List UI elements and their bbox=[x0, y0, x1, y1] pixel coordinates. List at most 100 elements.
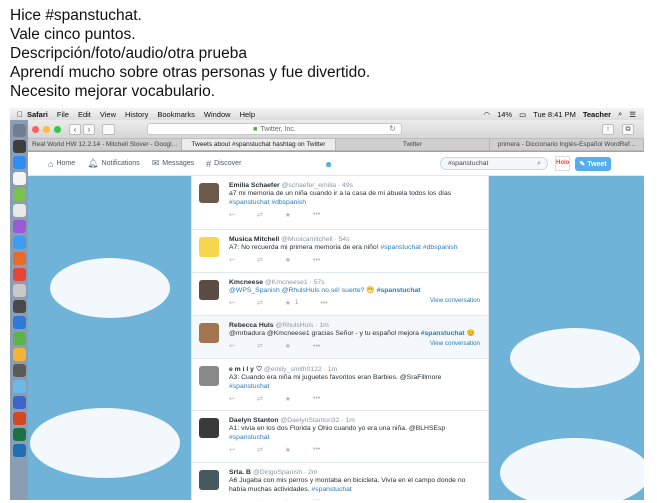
retweet-icon[interactable]: ⇄ bbox=[257, 446, 263, 454]
tabs-overview-icon[interactable]: ⧉ bbox=[622, 123, 634, 135]
tweet-author-name[interactable]: Srta. B bbox=[229, 469, 251, 476]
finder-dock-icon[interactable] bbox=[12, 124, 26, 137]
tweet-author-name[interactable]: Musica Mitchell bbox=[229, 236, 279, 243]
tweet-hashtags[interactable]: #spanstuchat bbox=[377, 287, 421, 294]
nav-home[interactable]: ⌂ Home bbox=[48, 159, 75, 169]
back-button[interactable]: ‹ bbox=[69, 123, 81, 135]
keynote-dock-icon[interactable] bbox=[12, 316, 26, 329]
user-name[interactable]: Teacher bbox=[583, 110, 611, 119]
tweet-author-name[interactable]: Emilia Schaefer bbox=[229, 182, 280, 189]
zoom-window-button[interactable] bbox=[54, 125, 61, 133]
menu-window[interactable]: Window bbox=[204, 110, 231, 119]
retweet-icon[interactable]: ⇄ bbox=[257, 256, 263, 264]
numbers-dock-icon[interactable] bbox=[12, 332, 26, 345]
spotlight-icon[interactable]: ⌕ bbox=[618, 109, 622, 119]
menu-edit[interactable]: Edit bbox=[78, 110, 91, 119]
tab-spanstuchat[interactable]: Tweets about #spanstuchat hashtag on Twi… bbox=[182, 139, 336, 150]
forward-button[interactable]: › bbox=[83, 123, 95, 135]
avatar[interactable] bbox=[199, 470, 219, 490]
reply-icon[interactable]: ↩ bbox=[229, 342, 235, 350]
close-window-button[interactable] bbox=[32, 125, 39, 133]
compose-tweet-button[interactable]: ✎ Tweet bbox=[575, 157, 611, 171]
view-conversation-link[interactable]: View conversation bbox=[430, 340, 480, 347]
notification-center-icon[interactable]: ☰ bbox=[629, 110, 636, 119]
reply-icon[interactable]: ↩ bbox=[229, 211, 235, 219]
more-icon[interactable]: ••• bbox=[313, 498, 320, 500]
reload-icon[interactable]: ↻ bbox=[389, 124, 396, 133]
tweet[interactable]: Rebecca Huls @RhulsHuls · 1m @mrbadura @… bbox=[192, 316, 488, 359]
reply-icon[interactable]: ↩ bbox=[229, 498, 235, 501]
tweet[interactable]: e m i l y ♡ @emily_smith0122 · 1m A3: Cu… bbox=[192, 359, 488, 411]
more-icon[interactable]: ••• bbox=[313, 257, 320, 264]
minimize-window-button[interactable] bbox=[43, 125, 50, 133]
tweet[interactable]: Emilia Schaefer @schaefer_emilia · 49s a… bbox=[192, 176, 488, 230]
safari-dock-icon[interactable] bbox=[12, 156, 26, 169]
tweet[interactable]: Daelyn Stanton @DaelynStanton32 · 1m A1:… bbox=[192, 411, 488, 463]
battery-icon[interactable]: ▭ bbox=[519, 110, 526, 119]
avatar[interactable] bbox=[199, 323, 219, 343]
retweet-icon[interactable]: ⇄ bbox=[257, 211, 263, 219]
clock[interactable]: Tue 8:41 PM bbox=[533, 110, 576, 119]
tweet-hashtags[interactable]: #spanstuchat bbox=[229, 383, 269, 390]
more-icon[interactable]: ••• bbox=[320, 300, 327, 307]
notes-dock-icon[interactable] bbox=[12, 204, 26, 217]
menu-app-name[interactable]: Safari bbox=[27, 110, 48, 119]
menu-history[interactable]: History bbox=[125, 110, 148, 119]
apple-icon[interactable]:  bbox=[17, 110, 27, 119]
app-store-dock-icon[interactable] bbox=[12, 236, 26, 249]
sidebar-icon[interactable] bbox=[102, 123, 115, 135]
retweet-icon[interactable]: ⇄ bbox=[257, 342, 263, 350]
favorite-icon[interactable]: ★ bbox=[285, 395, 291, 403]
pages-dock-icon[interactable] bbox=[12, 348, 26, 361]
tweet[interactable]: Musica Mitchell @Musicamitchell · 54s A7… bbox=[192, 230, 488, 273]
calendar-dock-icon[interactable] bbox=[12, 172, 26, 185]
favorite-icon[interactable]: ★ bbox=[285, 342, 291, 350]
twitter-bird-icon[interactable]: ● bbox=[325, 157, 332, 171]
tab-twitter[interactable]: Twitter bbox=[336, 139, 490, 150]
favorite-icon[interactable]: ★ bbox=[285, 211, 291, 219]
reply-icon[interactable]: ↩ bbox=[229, 299, 235, 307]
more-icon[interactable]: ••• bbox=[313, 446, 320, 453]
tweet[interactable]: Kmcneese @Kmcneese1 · 57s @WPS_Spanish @… bbox=[192, 273, 488, 316]
settings-dock-icon[interactable] bbox=[12, 300, 26, 313]
reply-icon[interactable]: ↩ bbox=[229, 256, 235, 264]
menu-view[interactable]: View bbox=[100, 110, 116, 119]
outlook-dock-icon[interactable] bbox=[12, 444, 26, 457]
favorite-icon[interactable]: ★ bbox=[285, 498, 291, 501]
menu-file[interactable]: File bbox=[57, 110, 69, 119]
share-icon[interactable]: ↑ bbox=[602, 123, 614, 135]
nav-discover[interactable]: # Discover bbox=[206, 159, 241, 169]
chrome-dock-icon[interactable] bbox=[12, 268, 26, 281]
search-icon[interactable]: ⌕ bbox=[537, 158, 541, 169]
more-icon[interactable]: ••• bbox=[313, 395, 320, 402]
wifi-icon[interactable]: ◠ bbox=[484, 110, 491, 119]
tab-google-doc[interactable]: Real World HW 12.2.14 - Mitchell Stover … bbox=[28, 139, 182, 150]
tweet-hashtags[interactable]: #spanstuchat bbox=[229, 434, 269, 441]
avatar[interactable] bbox=[199, 237, 219, 257]
launchpad-dock-icon[interactable] bbox=[12, 140, 26, 153]
excel-dock-icon[interactable] bbox=[12, 428, 26, 441]
menu-help[interactable]: Help bbox=[240, 110, 255, 119]
tweet-author-name[interactable]: e m i l y ♡ bbox=[229, 366, 262, 373]
avatar[interactable] bbox=[199, 183, 219, 203]
messages-dock-icon[interactable] bbox=[12, 380, 26, 393]
tweet-hashtags[interactable]: #spanstuchat #dbspanish bbox=[229, 199, 306, 206]
address-bar[interactable]: ■ Twitter, Inc. ↻ bbox=[147, 123, 402, 135]
retweet-icon[interactable]: ⇄ bbox=[257, 299, 263, 307]
maps-dock-icon[interactable] bbox=[12, 188, 26, 201]
avatar[interactable] bbox=[199, 280, 219, 300]
battery-percent[interactable]: 14% bbox=[497, 110, 512, 119]
avatar[interactable]: Holo bbox=[555, 156, 570, 171]
nav-notifications[interactable]: 🔔︎ Notifications bbox=[87, 158, 140, 169]
avatar[interactable] bbox=[199, 418, 219, 438]
search-input[interactable]: #spanstuchat ⌕ bbox=[440, 157, 548, 170]
retweet-icon[interactable]: ⇄ bbox=[257, 395, 263, 403]
nav-messages[interactable]: ✉ Messages bbox=[152, 158, 194, 169]
tweet[interactable]: Srta. B @DirigoSpanish · 2m A6 Jugaba co… bbox=[192, 463, 488, 500]
menu-bookmarks[interactable]: Bookmarks bbox=[157, 110, 195, 119]
reply-icon[interactable]: ↩ bbox=[229, 395, 235, 403]
preview-dock-icon[interactable] bbox=[12, 284, 26, 297]
avatar[interactable] bbox=[199, 366, 219, 386]
tweet-author-name[interactable]: Kmcneese bbox=[229, 279, 263, 286]
favorite-icon[interactable]: ★ bbox=[285, 256, 291, 264]
